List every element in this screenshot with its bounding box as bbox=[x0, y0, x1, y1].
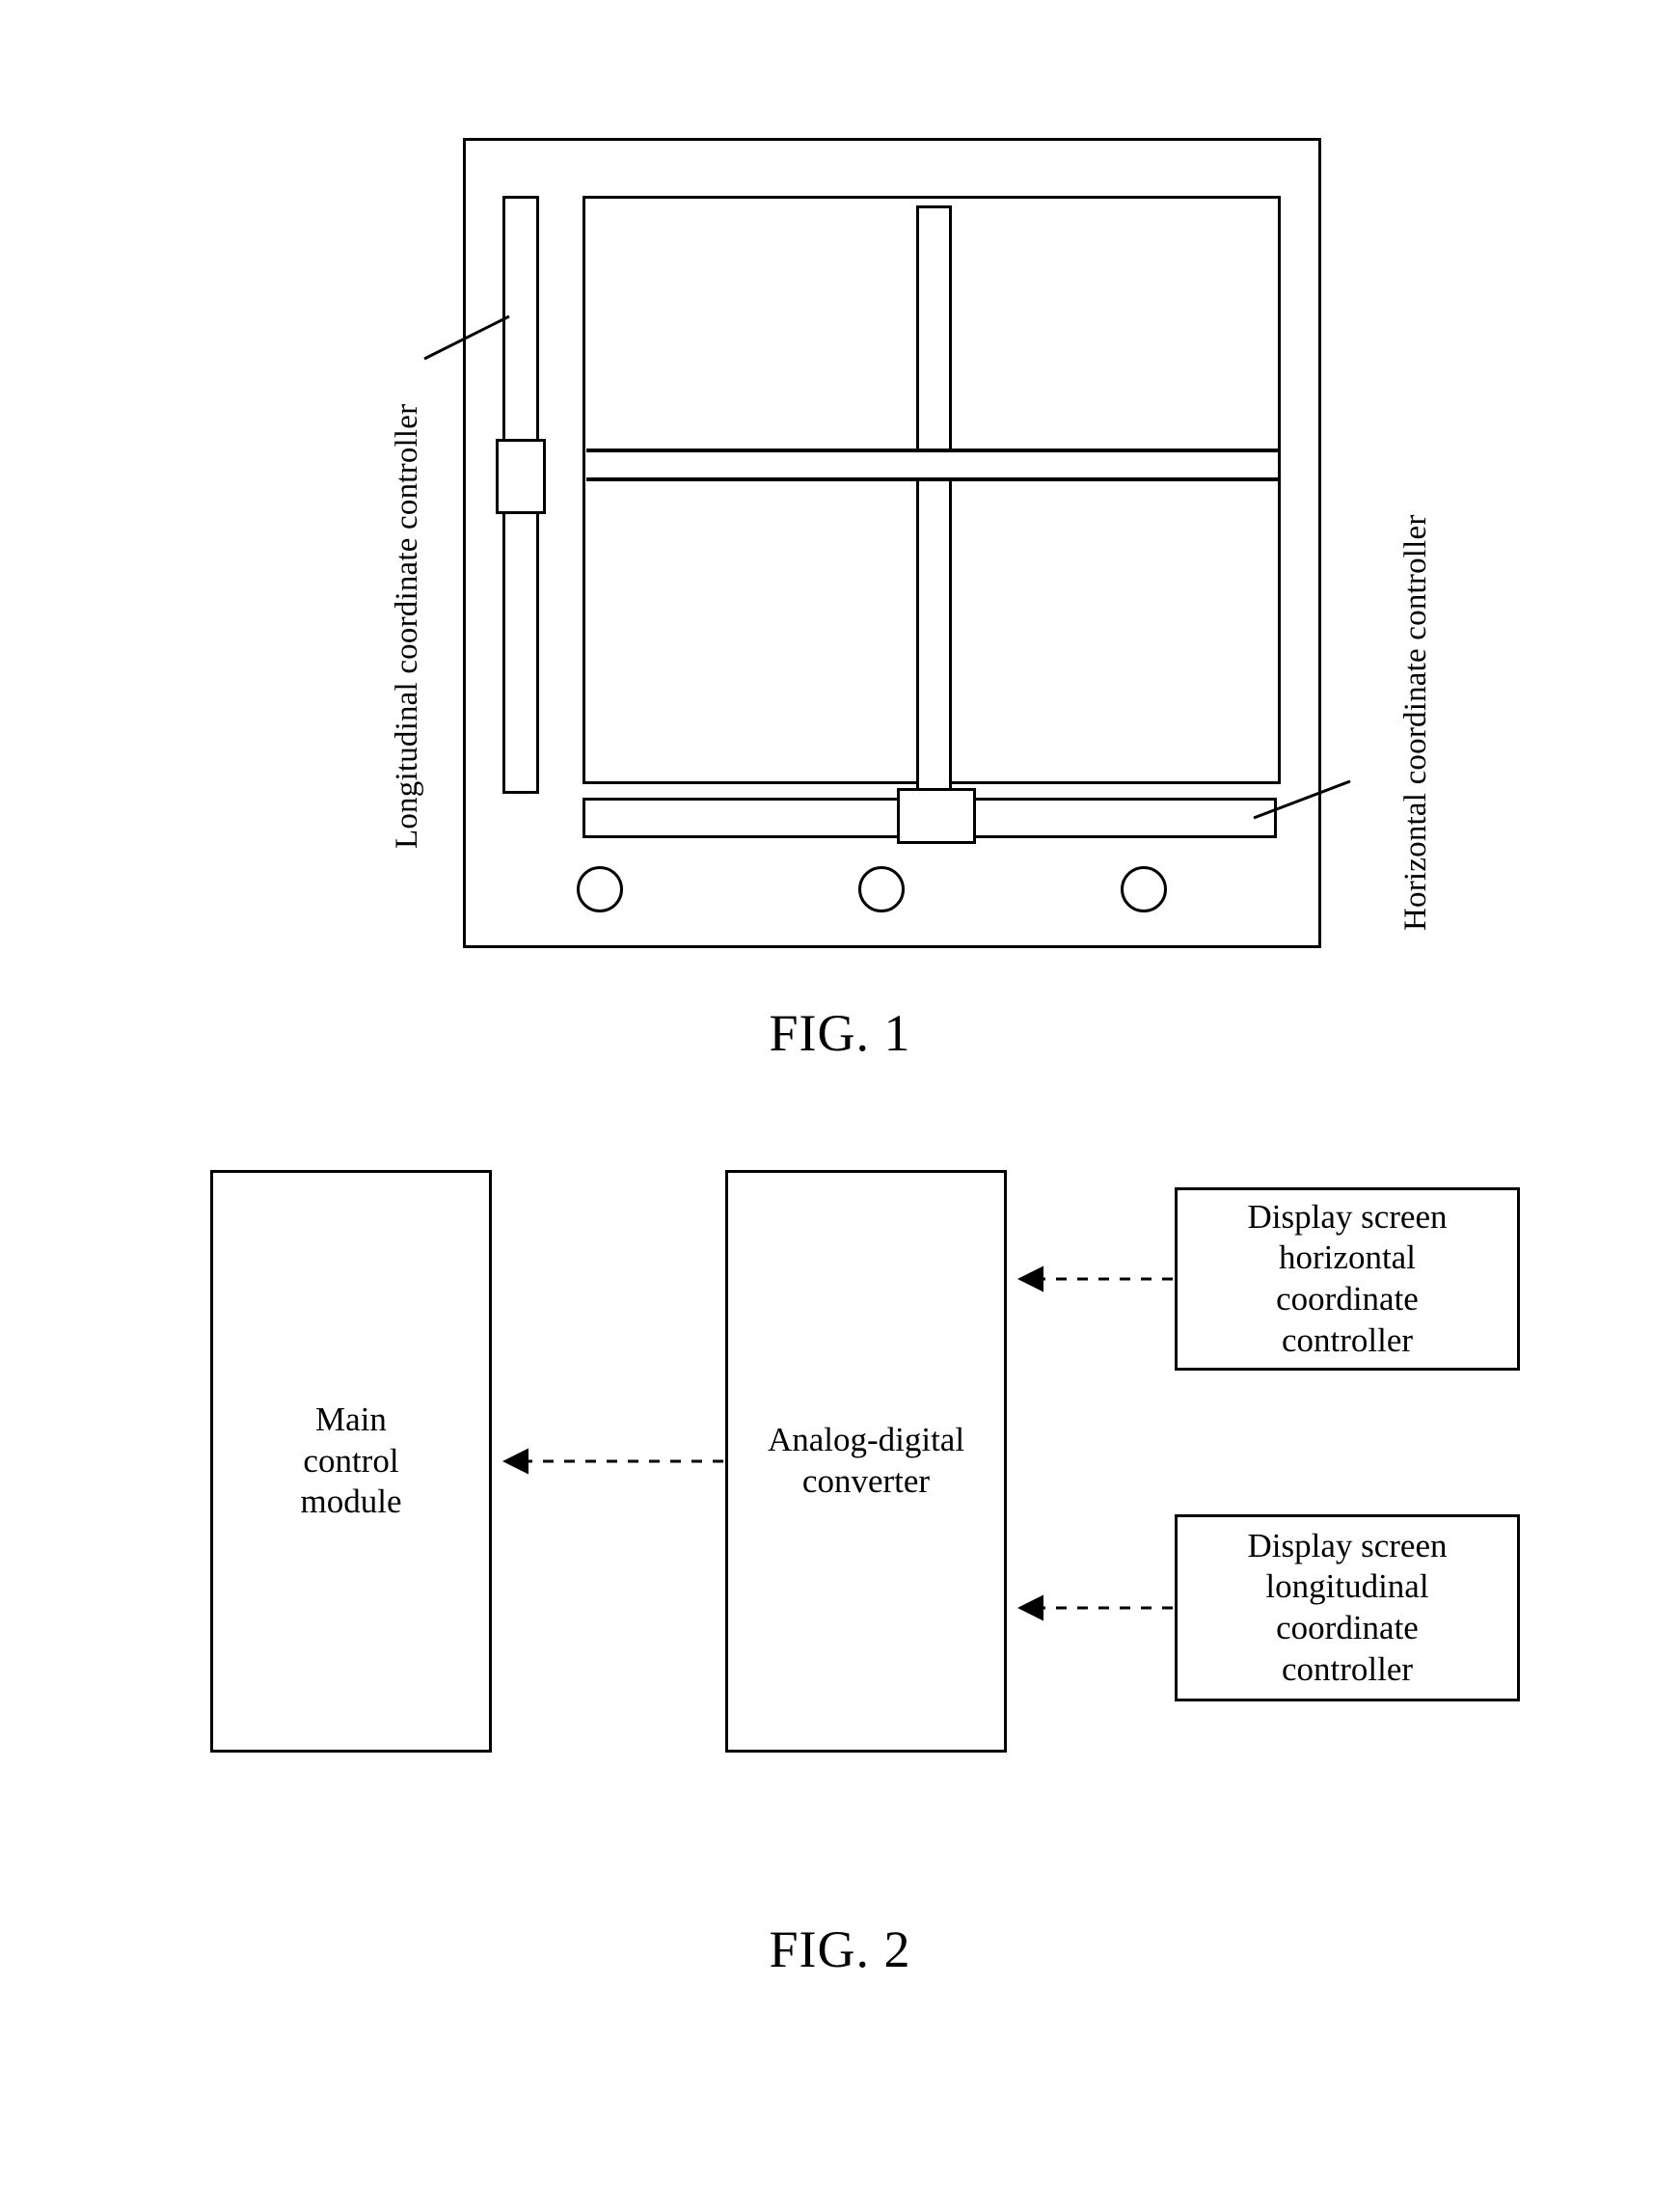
block-display-screen-longitudinal-coordinate-controller[interactable]: Display screen longitudinal coordinate c… bbox=[1175, 1514, 1520, 1701]
block-display-screen-longitudinal-coordinate-controller-label: Display screen longitudinal coordinate c… bbox=[1247, 1526, 1448, 1688]
patent-drawing-sheet: Longitudinal coordinate controller Horiz… bbox=[0, 0, 1680, 2203]
figure-2: Main control module Analog-digital conve… bbox=[0, 0, 1680, 2203]
block-main-control-module-label: Main control module bbox=[300, 1400, 402, 1521]
block-analog-digital-converter-label: Analog-digital converter bbox=[767, 1421, 965, 1500]
figure-2-connection-arrows bbox=[502, 1265, 1173, 1621]
block-display-screen-horizontal-coordinate-controller[interactable]: Display screen horizontal coordinate con… bbox=[1175, 1187, 1520, 1371]
block-main-control-module[interactable]: Main control module bbox=[210, 1170, 492, 1753]
figure-2-caption: FIG. 2 bbox=[769, 1920, 911, 1978]
block-display-screen-horizontal-coordinate-controller-label: Display screen horizontal coordinate con… bbox=[1247, 1197, 1448, 1359]
block-analog-digital-converter[interactable]: Analog-digital converter bbox=[725, 1170, 1007, 1753]
